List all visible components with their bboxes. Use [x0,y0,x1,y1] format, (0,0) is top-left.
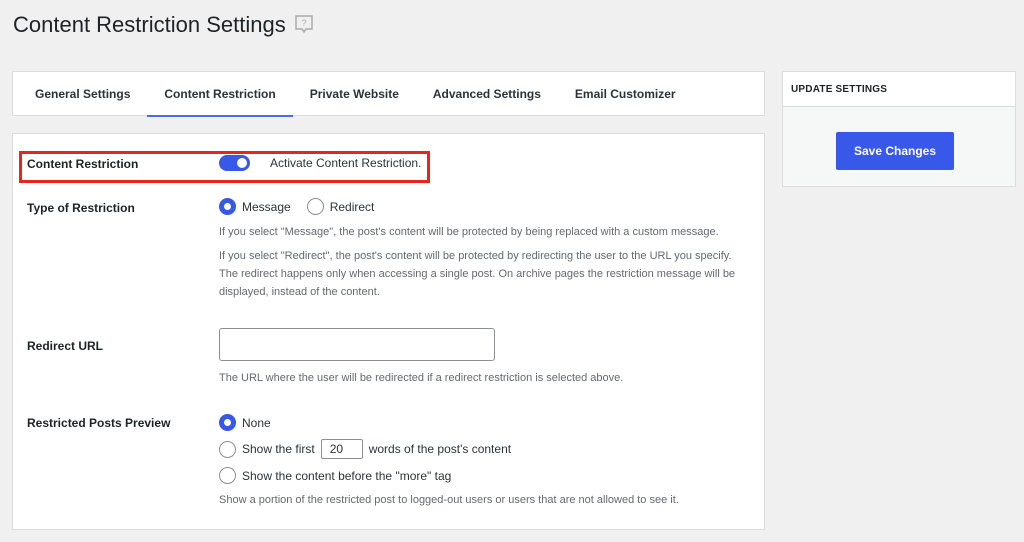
settings-panel: Content Restriction Activate Content Res… [12,133,765,530]
tab-label: General Settings [35,87,131,101]
help-question-icon[interactable]: ? [294,14,314,36]
content-restriction-label: Content Restriction [27,157,139,171]
tab-private-website[interactable]: Private Website [293,72,416,116]
radio-label: None [242,415,271,430]
tab-label: Advanced Settings [432,87,541,101]
tab-content-restriction[interactable]: Content Restriction [147,72,294,117]
radio-label-suffix: words of the post's content [368,442,512,456]
redirect-url-label: Redirect URL [27,339,104,353]
preview-description: Show a portion of the restricted post to… [219,494,679,506]
svg-text:?: ? [301,18,306,28]
radio-label: Show the first [242,442,315,456]
save-changes-button[interactable]: Save Changes [836,132,954,170]
radio-message[interactable] [219,198,236,215]
page-title: Content Restriction Settings ? [13,12,314,38]
activate-content-restriction-toggle[interactable] [219,155,250,171]
radio-option-message[interactable]: Message [219,198,291,215]
update-settings-box: UPDATE SETTINGS Save Changes [782,71,1016,187]
preview-option-none[interactable]: None [219,414,271,431]
toggle-knob [237,158,247,168]
settings-tabs: General Settings Content Restriction Pri… [12,71,765,117]
message-description: If you select "Message", the post's cont… [219,226,719,238]
radio-none[interactable] [219,414,236,431]
tab-advanced-settings[interactable]: Advanced Settings [416,72,558,116]
restricted-posts-preview-label: Restricted Posts Preview [27,416,171,430]
radio-more-tag[interactable] [219,467,236,484]
update-settings-header: UPDATE SETTINGS [783,72,1015,107]
radio-label: Redirect [329,199,375,214]
redirect-url-input[interactable] [219,328,495,361]
radio-redirect[interactable] [306,198,324,215]
page-title-text: Content Restriction Settings [13,12,286,37]
preview-option-first-words[interactable]: Show the first 20 words of the post's co… [219,439,511,459]
redirect-description: If you select "Redirect", the post's con… [219,250,736,298]
tab-label: Private Website [309,87,399,101]
tab-email-customizer[interactable]: Email Customizer [558,72,693,116]
redirect-url-description: The URL where the user will be redirecte… [219,372,624,384]
radio-label: Show the content before the "more" tag [242,468,452,483]
preview-option-more-tag[interactable]: Show the content before the "more" tag [219,467,451,484]
radio-option-redirect[interactable]: Redirect [306,198,375,215]
restriction-type-radio-group: Message Redirect [219,198,374,215]
tab-general-settings[interactable]: General Settings [13,72,147,116]
radio-first-words[interactable] [219,440,236,458]
tab-label: Content Restriction [164,87,276,101]
radio-label: Message [242,199,291,214]
toggle-description: Activate Content Restriction. [270,156,422,170]
tab-label: Email Customizer [574,87,676,101]
word-count-input[interactable]: 20 [320,439,363,459]
type-of-restriction-label: Type of Restriction [27,201,135,215]
